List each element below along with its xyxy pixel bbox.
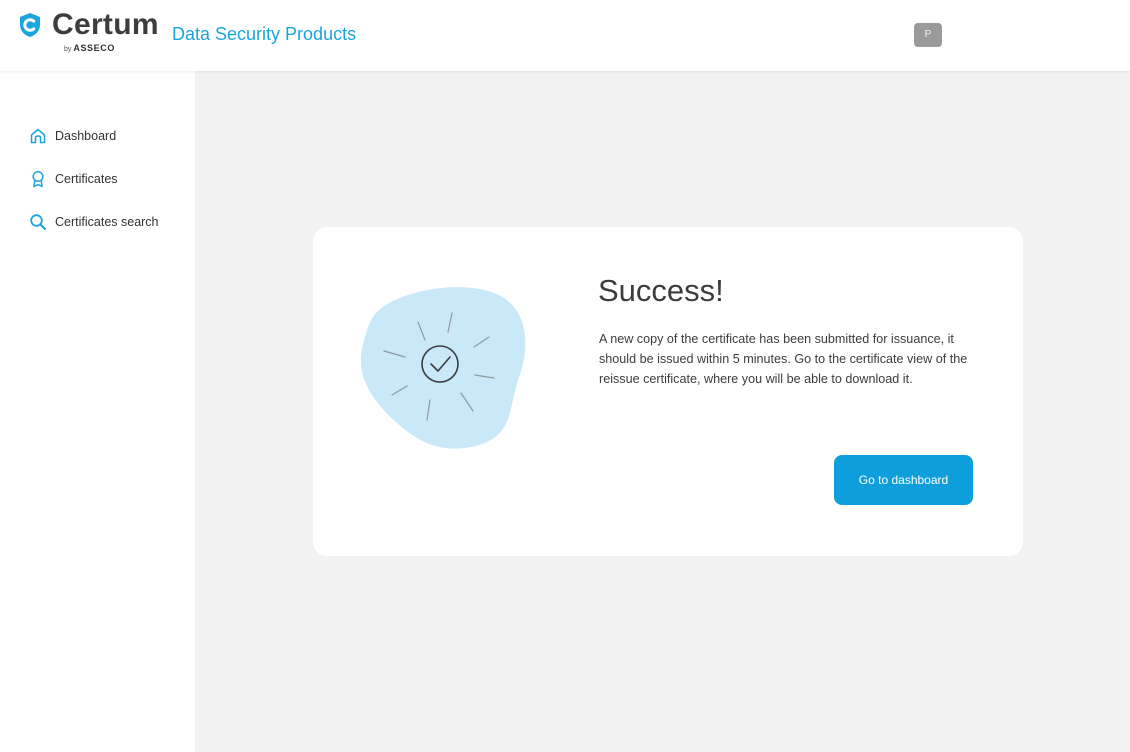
user-avatar[interactable]: P [914, 23, 942, 47]
sidebar-item-label: Certificates search [55, 215, 159, 229]
sidebar-item-label: Dashboard [55, 129, 117, 143]
success-title: Success! [598, 273, 724, 308]
product-title: Data Security Products [172, 24, 357, 44]
main-content: Success! A new copy of the certificate h… [195, 71, 1130, 752]
sidebar-item-dashboard[interactable]: Dashboard [29, 124, 116, 148]
sidebar: Dashboard Certificates Certificates sear… [0, 71, 195, 752]
shield-logo-icon [20, 13, 40, 37]
award-icon [32, 170, 44, 188]
sidebar-item-certificates-search[interactable]: Certificates search [29, 210, 159, 234]
go-to-dashboard-button[interactable]: Go to dashboard [834, 455, 973, 505]
brand-by: by [64, 46, 72, 53]
sidebar-item-label: Certificates [55, 172, 118, 186]
success-illustration [360, 287, 526, 449]
brand-by-label: by ASSECO [64, 43, 115, 53]
success-card: Success! A new copy of the certificate h… [313, 227, 1023, 556]
success-message: A new copy of the certificate has been s… [599, 332, 968, 386]
brand-parent: ASSECO [73, 43, 115, 53]
app-header: Certum by ASSECO Data Security Products … [0, 0, 1130, 71]
sidebar-item-certificates[interactable]: Certificates [29, 167, 118, 191]
brand-name: Certum [52, 8, 159, 41]
search-icon [30, 214, 46, 230]
illustration-blob [360, 287, 526, 449]
home-icon [30, 128, 46, 144]
